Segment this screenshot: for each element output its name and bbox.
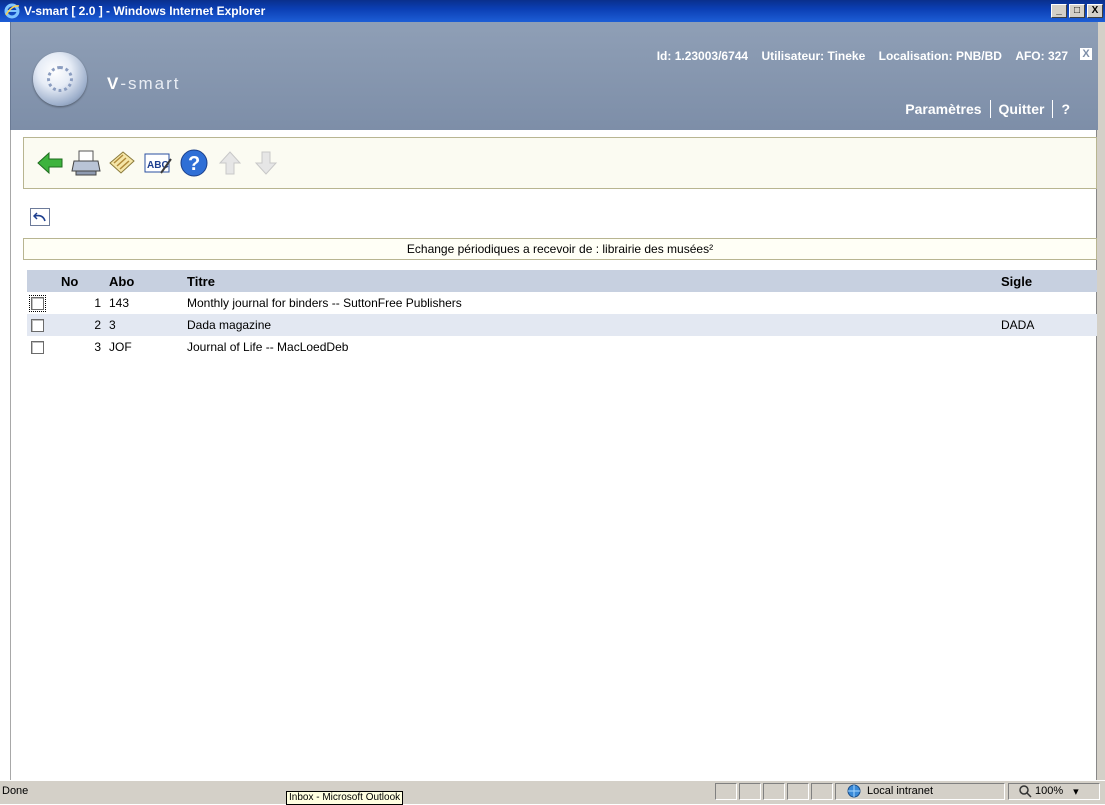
row-no: 1	[94, 296, 101, 310]
zoom-icon	[1019, 785, 1032, 798]
close-window-button[interactable]: X	[1087, 4, 1103, 18]
undo-icon	[33, 212, 46, 222]
row-abo: 3	[105, 314, 183, 336]
col-select-header	[27, 270, 57, 292]
row-checkbox[interactable]	[29, 295, 46, 313]
session-afo: AFO: 327	[1015, 49, 1068, 63]
header-links: Paramètres Quitter ?	[905, 100, 1070, 118]
status-text: Done	[2, 785, 29, 797]
down-arrow-icon[interactable]	[250, 147, 282, 179]
col-sigle-header[interactable]: Sigle	[997, 270, 1097, 292]
window-title: V-smart [ 2.0 ] - Windows Internet Explo…	[24, 4, 266, 18]
spelling-icon[interactable]: ABC	[142, 147, 174, 179]
app-close-button[interactable]: X	[1080, 48, 1092, 60]
col-titre-header[interactable]: Titre	[183, 270, 997, 292]
undo-button[interactable]	[30, 208, 50, 226]
table-row[interactable]: 3 JOF Journal of Life -- MacLoedDeb	[27, 336, 1097, 358]
row-abo: 143	[109, 296, 130, 310]
svg-text:?: ?	[188, 153, 200, 175]
row-checkbox[interactable]	[31, 341, 44, 355]
up-arrow-icon[interactable]	[214, 147, 246, 179]
window-titlebar: V-smart [ 2.0 ] - Windows Internet Explo…	[0, 0, 1105, 22]
window-left-edge	[0, 22, 11, 780]
security-zone: Local intranet	[847, 784, 933, 798]
zoom-level: 100%	[1035, 785, 1064, 797]
parametres-link[interactable]: Paramètres	[905, 101, 981, 117]
zoom-dropdown-icon[interactable]: ▾	[1073, 785, 1079, 798]
help-icon[interactable]: ?	[178, 147, 210, 179]
table-row[interactable]: 1 143 Monthly journal for binders -- Sut…	[27, 292, 1097, 314]
intranet-globe-icon	[847, 784, 861, 798]
col-abo-header[interactable]: Abo	[105, 270, 183, 292]
status-bar: Done Local intranet 100% ▾	[0, 780, 1105, 804]
row-titre: Monthly journal for binders -- SuttonFre…	[187, 296, 462, 310]
minimize-button[interactable]: _	[1051, 4, 1067, 18]
maximize-button[interactable]: □	[1069, 4, 1085, 18]
back-arrow-icon[interactable]	[34, 147, 66, 179]
session-location: Localisation: PNB/BD	[878, 49, 1002, 63]
subscriptions-table: No Abo Titre Sigle 1 143 Monthly journal…	[27, 270, 1097, 358]
session-id: Id: 1.23003/6744	[656, 49, 749, 63]
row-checkbox[interactable]	[31, 319, 44, 333]
zone-label: Local intranet	[867, 785, 934, 797]
help-link[interactable]: ?	[1061, 101, 1070, 117]
row-no: 3	[94, 340, 101, 354]
print-icon[interactable]	[70, 147, 102, 179]
list-caption: Echange périodiques a recevoir de : libr…	[23, 238, 1097, 260]
toolbar: ABC ?	[23, 137, 1097, 189]
row-abo: JOF	[109, 340, 132, 354]
row-titre: Dada magazine	[183, 314, 997, 336]
row-sigle: DADA	[997, 314, 1097, 336]
window-right-edge	[1096, 22, 1105, 780]
ie-logo-icon	[4, 3, 20, 19]
col-no-header[interactable]: No	[57, 270, 105, 292]
row-sigle	[997, 336, 1097, 358]
brand-name: V-smart	[107, 74, 181, 93]
table-row[interactable]: 2 3 Dada magazine DADA	[27, 314, 1097, 336]
table-header-row: No Abo Titre Sigle	[27, 270, 1097, 292]
session-info: Id: 1.23003/6744 Utilisateur: Tineke Loc…	[647, 49, 1068, 63]
vsmart-logo-icon	[33, 52, 87, 106]
zoom-control[interactable]: 100% ▾	[1018, 784, 1079, 798]
row-titre: Journal of Life -- MacLoedDeb	[187, 340, 349, 354]
notes-icon[interactable]	[106, 147, 138, 179]
row-no: 2	[57, 314, 105, 336]
quitter-link[interactable]: Quitter	[999, 101, 1045, 117]
app-header: V-smart Id: 1.23003/6744 Utilisateur: Ti…	[10, 22, 1098, 130]
row-sigle	[997, 292, 1097, 314]
session-user: Utilisateur: Tineke	[761, 49, 866, 63]
